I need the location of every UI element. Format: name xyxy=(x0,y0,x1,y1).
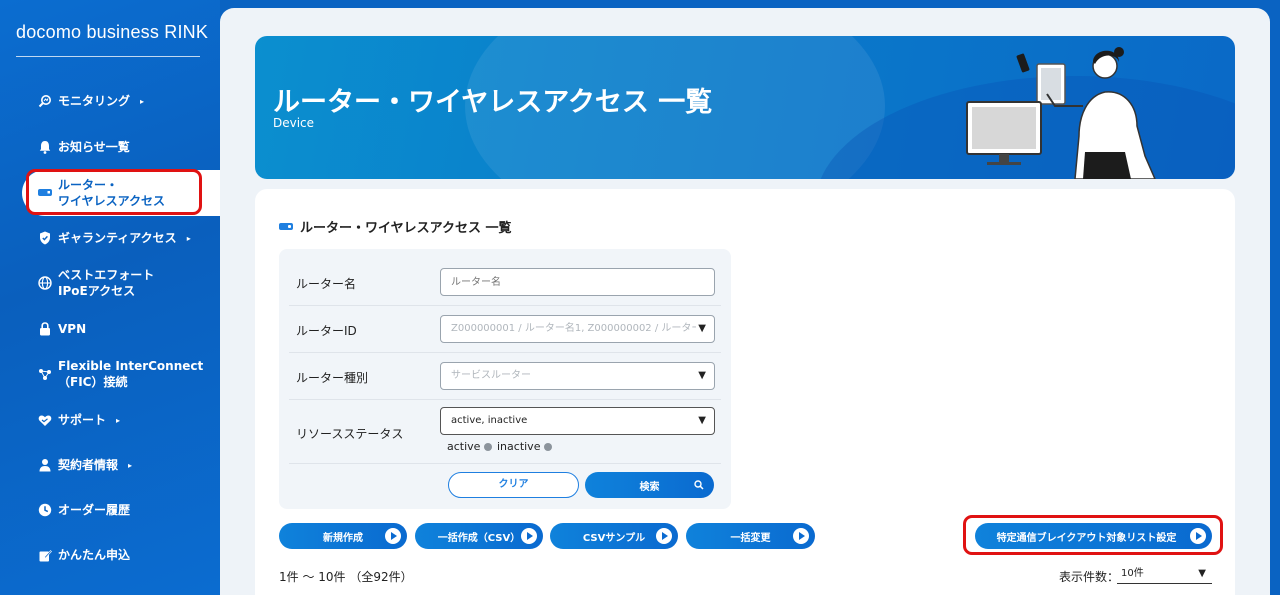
sidebar-item-easy-apply[interactable]: かんたん申込 xyxy=(0,546,220,564)
bulk-change-button[interactable]: 一括変更 xyxy=(686,523,815,549)
resource-status-select[interactable]: active, inactive ▼ xyxy=(440,407,715,435)
filter-label: ルーター種別 xyxy=(296,371,369,385)
sidebar-item-order-history[interactable]: オーダー履歴 xyxy=(0,501,220,519)
brand-divider xyxy=(16,56,200,57)
search-chart-icon xyxy=(38,94,52,108)
search-icon xyxy=(694,480,704,490)
router-id-select[interactable]: Z000000001 / ルーター名1, Z000000002 / ルーター名2… xyxy=(440,315,715,343)
play-icon xyxy=(385,528,401,544)
section-title: ルーター・ワイヤレスアクセス 一覧 xyxy=(279,217,512,236)
perpage-select[interactable]: 10件 ▼ xyxy=(1117,564,1212,584)
sidebar-item-fic[interactable]: Flexible InterConnect （FIC）接続 xyxy=(0,357,220,391)
create-button[interactable]: 新規作成 xyxy=(279,523,407,549)
result-count: 1件 〜 10件 （全92件） xyxy=(279,570,413,584)
sidebar-item-contractor-info[interactable]: 契約者情報 ▸ xyxy=(0,456,220,474)
sidebar-item-monitoring[interactable]: モニタリング ▸ xyxy=(0,92,220,110)
row-divider xyxy=(289,463,721,464)
filter-row-resource-status: リソースステータス active, inactive ▼ active inac… xyxy=(279,400,731,464)
globe-icon xyxy=(38,276,52,290)
filter-row-router-id: ルーターID Z000000001 / ルーター名1, Z000000002 /… xyxy=(279,306,731,353)
filter-label: リソースステータス xyxy=(296,427,404,441)
router-name-input[interactable] xyxy=(440,268,715,296)
router-icon xyxy=(279,223,293,230)
content-card: ルーター・ワイヤレスアクセス 一覧 ルーター名 ルーターID Z00000000… xyxy=(255,189,1235,595)
bulk-create-csv-button[interactable]: 一括作成（CSV） xyxy=(415,523,543,549)
chip-remove-icon[interactable] xyxy=(544,442,553,451)
dropdown-arrow-icon: ▼ xyxy=(698,415,706,426)
filter-label: ルーター名 xyxy=(296,277,357,291)
brand-logo[interactable]: docomo business RINK xyxy=(16,22,208,43)
chevron-right-icon: ▸ xyxy=(116,415,121,425)
chevron-right-icon: ▸ xyxy=(186,233,191,243)
filter-label: ルーターID xyxy=(296,324,357,338)
sidebar-item-notices[interactable]: お知らせ一覧 xyxy=(0,138,220,156)
dropdown-arrow-icon: ▼ xyxy=(698,370,706,381)
sidebar-item-guarantee-access[interactable]: ギャランティアクセス ▸ xyxy=(0,229,220,247)
dropdown-arrow-icon: ▼ xyxy=(698,323,706,334)
chevron-right-icon: ▸ xyxy=(140,96,145,106)
sidebar: docomo business RINK モニタリング ▸ お知らせ一覧 ルータ… xyxy=(0,0,220,595)
edit-icon xyxy=(38,548,52,562)
play-icon xyxy=(656,528,672,544)
main-area: ルーター・ワイヤレスアクセス 一覧 Device ルーター・ワイヤレスアクセス … xyxy=(220,8,1270,595)
sidebar-item-best-effort-ipoe[interactable]: ベストエフォート IPoEアクセス xyxy=(0,266,220,300)
play-icon xyxy=(521,528,537,544)
hero-illustration xyxy=(966,47,1156,179)
play-icon xyxy=(793,528,809,544)
highlight-box-breakout xyxy=(963,515,1223,555)
bell-icon xyxy=(38,140,52,154)
router-type-select[interactable]: サービスルーター ▼ xyxy=(440,362,715,390)
sidebar-item-support[interactable]: サポート ▸ xyxy=(0,411,220,429)
chevron-right-icon: ▸ xyxy=(128,460,133,470)
search-button[interactable]: 検索 xyxy=(585,472,714,498)
filter-row-router-type: ルーター種別 サービスルーター ▼ xyxy=(279,353,731,400)
csv-sample-button[interactable]: CSVサンプル xyxy=(550,523,678,549)
dropdown-arrow-icon: ▼ xyxy=(1198,568,1206,579)
sidebar-item-vpn[interactable]: VPN xyxy=(0,320,220,338)
perpage-label: 表示件数： xyxy=(1059,570,1120,584)
heart-hand-icon xyxy=(38,413,52,427)
lock-icon xyxy=(38,322,52,336)
network-icon xyxy=(38,367,52,381)
clock-icon xyxy=(38,503,52,517)
clear-button[interactable]: クリア xyxy=(448,472,579,498)
highlight-box-sidebar xyxy=(26,169,202,215)
filter-panel: ルーター名 ルーターID Z000000001 / ルーター名1, Z00000… xyxy=(279,249,731,509)
page-subtitle: Device xyxy=(273,116,315,130)
chip-remove-icon[interactable] xyxy=(484,442,493,451)
shield-icon xyxy=(38,231,52,245)
status-chip-inactive: inactive xyxy=(497,440,553,453)
filter-row-router-name: ルーター名 xyxy=(279,249,731,306)
page-title: ルーター・ワイヤレスアクセス 一覧 xyxy=(273,87,713,118)
person-icon xyxy=(38,458,52,472)
hero-banner: ルーター・ワイヤレスアクセス 一覧 Device xyxy=(255,36,1235,179)
status-chip-active: active xyxy=(447,440,493,453)
